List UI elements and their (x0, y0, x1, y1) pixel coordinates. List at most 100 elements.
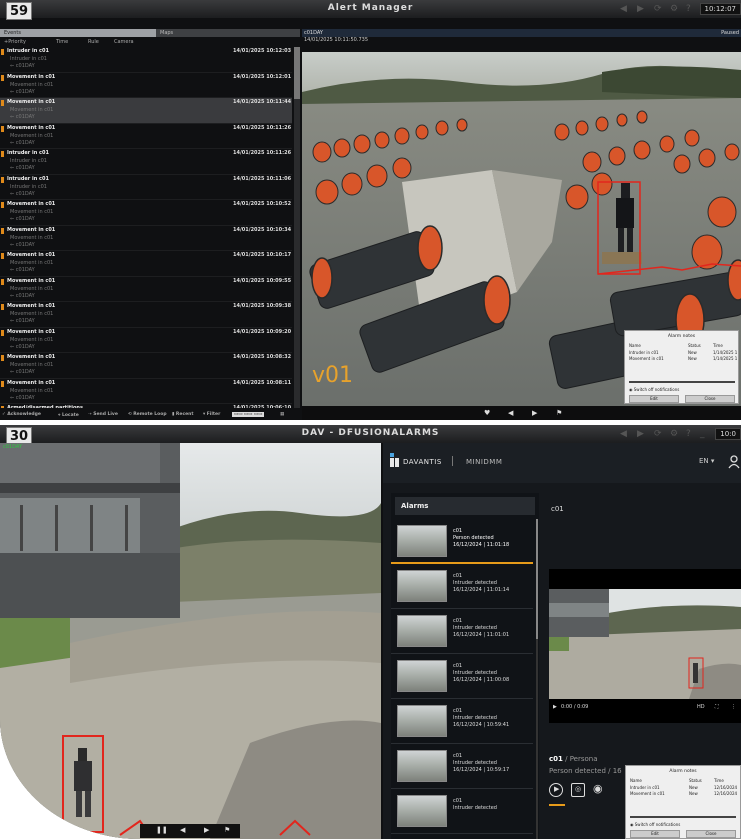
alarm-video[interactable]: ▶ 0:00 / 0:09 HD ⛶ ⋮ (549, 569, 741, 723)
language-selector[interactable]: EN ▾ (699, 457, 714, 465)
event-row[interactable]: Movement in c01 Movement in c01 ⇐ c01DAY 14… (0, 302, 292, 328)
notes-edit-button[interactable]: Edit (630, 830, 680, 838)
event-row[interactable]: Movement in c01 Movement in c01 ⇐ c01DAY 14… (0, 353, 292, 379)
send-live-button[interactable]: ⇢ Send Live (88, 412, 118, 417)
event-row[interactable]: Intruder in c01 Intruder in c01 ⇐ c01DAY 14… (0, 47, 292, 73)
event-row[interactable]: Movement in c01 Movement in c01 ⇐ c01DAY 14… (0, 328, 292, 353)
play-icon[interactable]: ▶ (553, 704, 557, 710)
event-time: 14/01/2025 10:09:38 (233, 303, 292, 309)
alarm-item[interactable]: c01 Intruder detected 16/12/2024 | 10:59:1… (391, 744, 533, 789)
pause-icon[interactable]: ❚❚ (156, 826, 168, 834)
previous-icon[interactable]: ◀ (180, 826, 185, 834)
event-row[interactable]: Movement in c01 Movement in c01 ⇐ c01DAY 14… (0, 277, 292, 302)
tab-maps[interactable]: Maps (160, 29, 173, 37)
tab-events[interactable]: Events (0, 29, 156, 37)
forward-icon[interactable]: ▶ (637, 4, 644, 14)
alarm-date: 16/12/2024 | 11:00:08 (453, 677, 510, 683)
event-row[interactable]: Movement in c01 Movement in c01 ⇐ c01DAY 14… (0, 226, 292, 251)
event-description: Movement in c01 (10, 234, 54, 241)
flag-icon[interactable]: ⚑ (556, 409, 562, 417)
notes-row-status[interactable]: New (688, 356, 697, 361)
alarm-item[interactable]: c01 Intruder detected 16/12/2024 | 11:01:1… (391, 564, 533, 609)
notes-row-name[interactable]: Intruder in c01 (629, 350, 659, 355)
help-icon[interactable]: ? (686, 429, 691, 439)
event-description: Intruder in c01 (10, 56, 47, 62)
event-description: Movement in c01 (10, 132, 54, 139)
refresh-icon[interactable]: ⟳ (654, 429, 662, 439)
recent-button[interactable]: ▮ Recent (172, 412, 194, 417)
event-row[interactable]: Movement in c01 Movement in c01 ⇐ c01DAY 14… (0, 73, 292, 98)
acknowledge-button[interactable]: ✓ Acknowledge (2, 412, 41, 417)
help-icon[interactable]: ? (686, 4, 691, 14)
back-icon[interactable]: ◀ (620, 4, 627, 14)
eye-icon[interactable]: ◉ (593, 782, 607, 797)
notes-slider[interactable] (629, 381, 735, 383)
next-icon[interactable]: ▶ (532, 409, 537, 417)
sort-camera[interactable]: Camera (114, 39, 134, 45)
event-description: Movement in c01 (10, 336, 54, 343)
scrollbar-thumb[interactable] (536, 519, 538, 639)
switch-off-notifications[interactable]: ◉ Switch off notifications (630, 822, 680, 827)
notes-col-name: Name (629, 343, 641, 348)
layout-selector[interactable]: ▭▭ ▭▭ ▭▭ (232, 412, 265, 417)
event-row[interactable]: Movement in c01 Movement in c01 ⇐ c01DAY 14… (0, 251, 292, 277)
event-row[interactable]: Movement in c01 Movement in c01 ⇐ c01DAY 14… (0, 98, 292, 124)
minimize-icon[interactable]: _ (700, 429, 705, 439)
alarm-item[interactable]: c01 Intruder detected (391, 789, 533, 834)
notes-close-button[interactable]: Close (686, 830, 736, 838)
refresh-icon[interactable]: ⟳ (654, 4, 662, 14)
event-row[interactable]: Movement in c01 Movement in c01 ⇐ c01DAY 14… (0, 200, 292, 226)
filter-button[interactable]: ▾ Filter (203, 412, 220, 417)
settings-icon[interactable]: ⚙ (670, 429, 678, 439)
sort-priority[interactable]: +Priority (4, 39, 26, 45)
event-list-scrollbar[interactable] (294, 47, 300, 408)
notes-row-time[interactable]: 1/14/2025 1 (713, 350, 737, 355)
alarm-item[interactable]: c01 Intruder detected 16/12/2024 | 11:01:0… (391, 609, 533, 654)
previous-icon[interactable]: ◀ (508, 409, 513, 417)
camera-icon[interactable]: ◎ (571, 783, 585, 797)
play-circle-icon[interactable]: ▶ (549, 783, 563, 797)
user-icon[interactable] (728, 455, 740, 469)
notes-row-name[interactable]: Intruder in c01 (630, 785, 660, 790)
notes-row-status[interactable]: New (689, 785, 698, 790)
back-icon[interactable]: ◀ (620, 429, 627, 439)
event-camera: ⇐ c01DAY (10, 190, 35, 197)
event-row[interactable]: Intruder in c01 Intruder in c01 ⇐ c01DAY 14… (0, 175, 292, 200)
notes-row-status[interactable]: New (688, 350, 697, 355)
notes-row-time[interactable]: 12/16/2024 (714, 791, 737, 796)
event-row[interactable]: Movement in c01 Movement in c01 ⇐ c01DAY 14… (0, 379, 292, 404)
forward-icon[interactable]: ▶ (637, 429, 644, 439)
notes-edit-button[interactable]: Edit (629, 395, 679, 403)
notes-row-status[interactable]: New (689, 791, 698, 796)
notes-row-time[interactable]: 12/16/2024 (714, 785, 737, 790)
alarm-camera: c01 (453, 708, 463, 714)
notes-slider[interactable] (630, 816, 736, 818)
notes-row-time[interactable]: 1/14/2025 1 (713, 356, 737, 361)
alarm-item[interactable]: c01 Person detected 16/12/2024 | 11:01:18 (391, 519, 533, 564)
camera-view[interactable]: v01 Alarm notes Name Status Time Intrude… (302, 52, 741, 406)
locate-button[interactable]: ⌖ Locate (58, 412, 79, 418)
sort-time[interactable]: Time (56, 39, 68, 45)
scrollbar-thumb[interactable] (294, 47, 300, 99)
grid-icon[interactable]: ▦ (280, 412, 284, 417)
fullscreen-icon[interactable]: ⛶ (715, 704, 719, 710)
alarm-list-scrollbar[interactable] (536, 519, 538, 839)
flag-icon[interactable]: ⚑ (224, 826, 230, 834)
more-icon[interactable]: ⋮ (731, 704, 736, 710)
settings-icon[interactable]: ⚙ (670, 4, 678, 14)
event-row[interactable]: Intruder in c01 Intruder in c01 ⇐ c01DAY 14… (0, 149, 292, 175)
notes-row-name[interactable]: Movement in c01 (630, 791, 665, 796)
switch-off-notifications[interactable]: ◉ Switch off notifications (629, 387, 679, 392)
next-icon[interactable]: ▶ (204, 826, 209, 834)
remote-loop-button[interactable]: ⟲ Remote Loop (128, 412, 167, 417)
sort-rule[interactable]: Rule (88, 39, 99, 45)
event-row[interactable]: Movement in c01 Movement in c01 ⇐ c01DAY 14… (0, 124, 292, 149)
live-camera-view[interactable]: c01DAY ❚❚ ◀ ▶ ⚑ (0, 443, 381, 839)
notes-close-button[interactable]: Close (685, 395, 735, 403)
notes-row-name[interactable]: Movement in c01 (629, 356, 664, 361)
alarm-item[interactable]: c01 Intruder detected 16/12/2024 | 11:00:0… (391, 654, 533, 699)
event-row[interactable]: Armed/disarmed partitions 14/01/2025 10:0… (0, 404, 292, 408)
hd-icon[interactable]: HD (697, 704, 705, 710)
heart-icon[interactable]: ♥ (484, 409, 490, 417)
alarm-item[interactable]: c01 Intruder detected 16/12/2024 | 10:59:4… (391, 699, 533, 744)
